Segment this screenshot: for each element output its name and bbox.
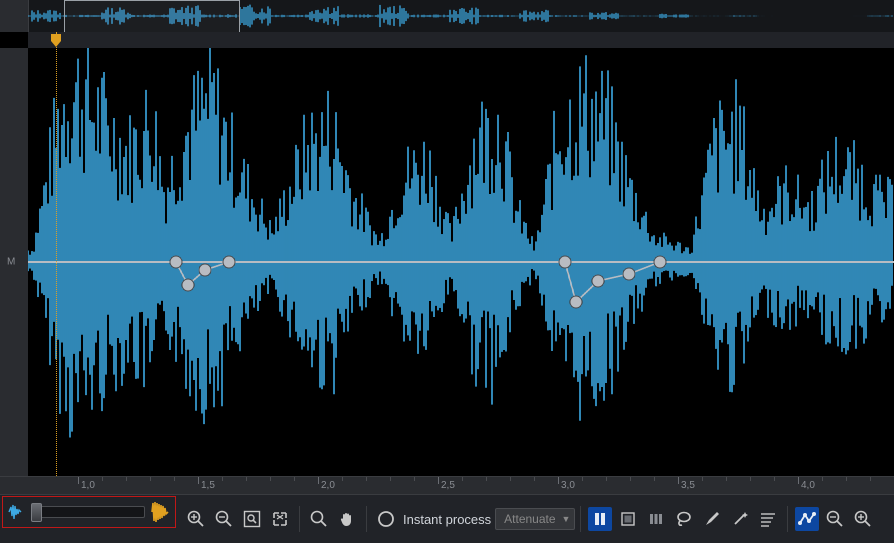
selection-columns-button[interactable] (644, 507, 668, 531)
overview-strip (0, 0, 894, 32)
separator (580, 506, 581, 532)
zoom-full-button[interactable] (240, 507, 264, 531)
channel-label: M (7, 257, 15, 268)
envelope-svg (28, 48, 894, 476)
brush-tool-button[interactable] (700, 507, 724, 531)
ruler-tick-label: 1,5 (201, 480, 215, 491)
envelope-node[interactable] (570, 296, 583, 309)
lasso-tool-button[interactable] (672, 507, 696, 531)
waveform-canvas[interactable] (28, 48, 894, 476)
envelope-node[interactable] (623, 268, 636, 281)
zoom-time-in-button[interactable] (851, 507, 875, 531)
ruler-tick-label: 2,5 (441, 480, 455, 491)
instant-process-toggle[interactable] (374, 507, 398, 531)
envelope-node[interactable] (592, 275, 605, 288)
separator (366, 506, 367, 532)
envelope-node[interactable] (182, 279, 195, 292)
time-ruler[interactable]: 1,0 1,5 2,0 2,5 3,0 3,5 4,0 (0, 476, 894, 495)
ruler-tick-label: 1,0 (81, 480, 95, 491)
playhead-marker[interactable] (51, 34, 61, 48)
overview-visible-window[interactable] (64, 0, 240, 33)
overview-track[interactable] (28, 0, 894, 33)
envelope-node[interactable] (654, 256, 667, 269)
envelope-node[interactable] (199, 264, 212, 277)
zoom-out-button[interactable] (212, 507, 236, 531)
waveform-large-icon (151, 501, 171, 523)
zoom-selection-button[interactable] (268, 507, 292, 531)
vertical-zoom-slider[interactable] (33, 506, 145, 518)
separator (787, 506, 788, 532)
process-combo[interactable]: Attenuate ▼ (495, 508, 575, 530)
overview-gutter (0, 0, 29, 32)
waveform-small-icon (7, 501, 27, 523)
hand-tool-button[interactable] (335, 507, 359, 531)
instant-process-label: Instant process (403, 512, 491, 527)
vertical-zoom-thumb[interactable] (31, 503, 42, 522)
vertical-zoom-slider-group (2, 496, 176, 528)
selection-block-button[interactable] (616, 507, 640, 531)
process-combo-value: Attenuate (504, 512, 555, 526)
ruler-tick-label: 3,0 (561, 480, 575, 491)
amplitude-gutter: M (0, 48, 29, 476)
envelope-node[interactable] (223, 256, 236, 269)
selection-range-button[interactable] (588, 507, 612, 531)
envelope-node[interactable] (559, 256, 572, 269)
envelope-tool-button[interactable] (795, 507, 819, 531)
levels-button[interactable] (756, 507, 780, 531)
chevron-down-icon: ▼ (562, 514, 571, 524)
magic-wand-button[interactable] (728, 507, 752, 531)
ruler-tick-label: 2,0 (321, 480, 335, 491)
ruler-tick-label: 4,0 (801, 480, 815, 491)
zoom-time-out-button[interactable] (823, 507, 847, 531)
magnifier-tool-button[interactable] (307, 507, 331, 531)
marker-strip[interactable] (28, 32, 894, 49)
zoom-in-button[interactable] (184, 507, 208, 531)
envelope-node[interactable] (170, 256, 183, 269)
waveform-editor: M (0, 32, 894, 476)
ruler-tick-label: 3,5 (681, 480, 695, 491)
separator (299, 506, 300, 532)
